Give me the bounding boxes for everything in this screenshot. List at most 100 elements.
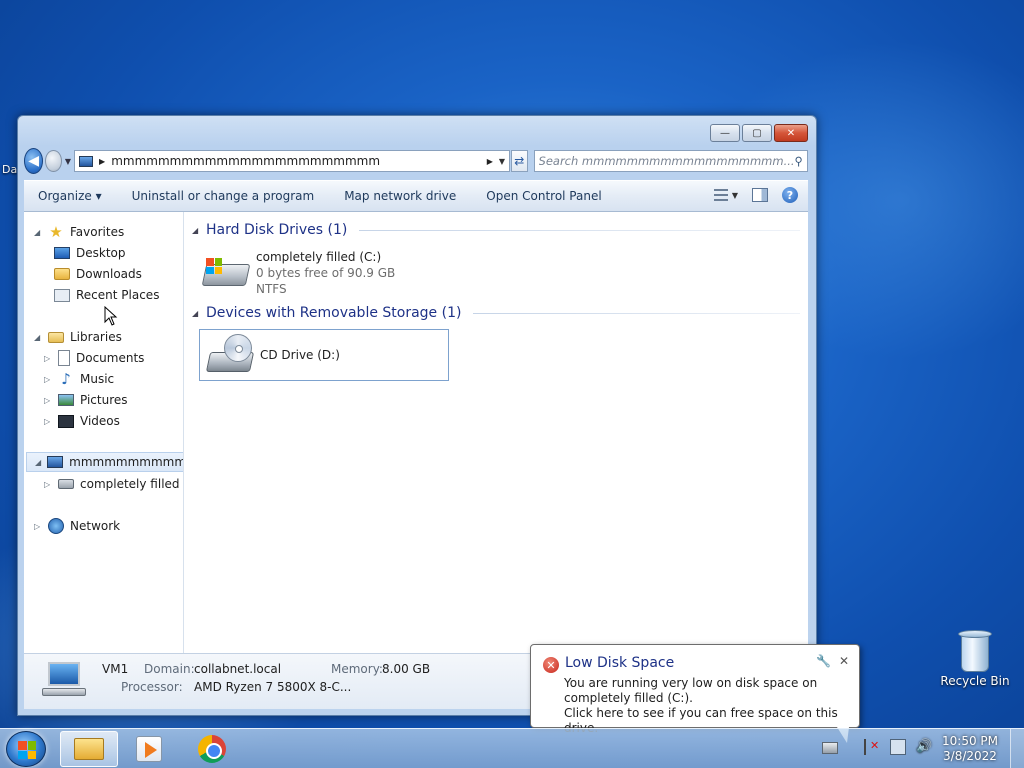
documents-icon bbox=[58, 350, 70, 366]
recent-places-icon bbox=[54, 288, 70, 302]
pictures-icon bbox=[58, 394, 74, 406]
address-dropdown-icon[interactable]: ▼ bbox=[499, 157, 505, 166]
drive-tile-d[interactable]: CD Drive (D:) bbox=[199, 329, 449, 381]
computer-name: VM1 bbox=[102, 662, 129, 676]
nav-pictures[interactable]: ▷ Pictures bbox=[44, 390, 128, 410]
expand-triangle-icon[interactable]: ▷ bbox=[44, 354, 52, 363]
notification-close-button[interactable]: ✕ bbox=[839, 654, 849, 668]
expand-triangle-icon[interactable]: ▷ bbox=[44, 396, 52, 405]
change-view-button[interactable]: ▼ bbox=[713, 189, 738, 201]
collapse-triangle-icon[interactable]: ◢ bbox=[192, 309, 200, 318]
preview-pane-button[interactable] bbox=[752, 188, 768, 202]
uninstall-program-button[interactable]: Uninstall or change a program bbox=[132, 189, 315, 203]
collapse-triangle-icon[interactable]: ◢ bbox=[192, 226, 200, 235]
chrome-icon bbox=[198, 735, 226, 763]
nav-desktop-label: Desktop bbox=[76, 246, 126, 260]
nav-drive-c[interactable]: ▷ completely filled (C:) bbox=[44, 474, 183, 494]
breadcrumb-computer[interactable]: mmmmmmmmmmmmmmmmmmmmmmm bbox=[111, 154, 481, 168]
nav-favorites-label: Favorites bbox=[70, 225, 125, 239]
map-network-drive-button[interactable]: Map network drive bbox=[344, 189, 456, 203]
nav-music-label: Music bbox=[80, 372, 115, 386]
organize-button[interactable]: Organize ▾ bbox=[38, 189, 102, 203]
back-button[interactable]: ◀ bbox=[24, 148, 44, 174]
nav-recent-places[interactable]: Recent Places bbox=[54, 285, 159, 305]
volume-icon[interactable]: 🔊 bbox=[916, 739, 932, 755]
refresh-button[interactable]: ⇄ bbox=[511, 150, 528, 172]
collapse-triangle-icon[interactable]: ◢ bbox=[34, 228, 42, 237]
search-input[interactable]: Search mmmmmmmmmmmmmmmmmm... ⚲ bbox=[533, 150, 808, 172]
taskbar-chrome[interactable] bbox=[183, 731, 241, 767]
collapse-triangle-icon[interactable]: ◢ bbox=[34, 333, 42, 342]
nav-libraries[interactable]: ◢ Libraries bbox=[34, 327, 122, 347]
low-disk-space-notification[interactable]: ✕ Low Disk Space 🔧 ✕ You are running ver… bbox=[530, 644, 860, 743]
search-placeholder: Search mmmmmmmmmmmmmmmmmm... bbox=[538, 154, 795, 168]
collapse-triangle-icon[interactable]: ◢ bbox=[35, 458, 41, 467]
minimize-button[interactable]: — bbox=[710, 124, 740, 142]
notification-message[interactable]: You are running very low on disk space o… bbox=[564, 676, 854, 736]
expand-triangle-icon[interactable]: ▷ bbox=[44, 480, 52, 489]
group-header-hard-disk[interactable]: ◢ Hard Disk Drives (1) bbox=[192, 220, 800, 240]
navigation-pane[interactable]: ◢ ★ Favorites Desktop Downloads Recent Pla… bbox=[24, 212, 184, 653]
nav-videos-label: Videos bbox=[80, 414, 120, 428]
nav-documents[interactable]: ▷ Documents bbox=[44, 348, 144, 368]
maximize-button[interactable]: ▢ bbox=[742, 124, 772, 142]
drive-d-info: CD Drive (D:) bbox=[260, 347, 340, 363]
start-button[interactable] bbox=[6, 731, 46, 767]
nav-recent-places-label: Recent Places bbox=[76, 288, 160, 302]
nav-videos[interactable]: ▷ Videos bbox=[44, 411, 120, 431]
expand-triangle-icon[interactable]: ▷ bbox=[44, 375, 52, 384]
breadcrumb-chevron-icon[interactable]: ▶ bbox=[99, 157, 105, 166]
low-disk-tray-icon[interactable] bbox=[822, 742, 838, 754]
taskbar: 🔊 10:50 PM 3/8/2022 bbox=[0, 728, 1024, 768]
drive-tile-c[interactable]: completely filled (C:) 0 bytes free of 9… bbox=[196, 248, 446, 298]
recycle-bin-icon bbox=[958, 630, 992, 674]
network-tray-icon[interactable] bbox=[890, 739, 906, 755]
breadcrumb-chevron-icon[interactable]: ▶ bbox=[487, 157, 493, 166]
expand-triangle-icon[interactable]: ▷ bbox=[34, 522, 42, 531]
taskbar-media-player[interactable] bbox=[120, 731, 178, 767]
forward-button[interactable] bbox=[45, 150, 62, 172]
address-bar[interactable]: ▶ mmmmmmmmmmmmmmmmmmmmmmm ▶ ▼ bbox=[74, 150, 511, 172]
action-center-icon[interactable] bbox=[864, 739, 880, 755]
computer-large-icon bbox=[42, 662, 86, 698]
clock-time: 10:50 PM bbox=[942, 734, 998, 748]
recent-pages-dropdown[interactable]: ▼ bbox=[65, 157, 71, 166]
expand-triangle-icon[interactable]: ▷ bbox=[44, 417, 52, 426]
nav-libraries-label: Libraries bbox=[70, 330, 122, 344]
file-list[interactable]: ◢ Hard Disk Drives (1) completely filled… bbox=[184, 212, 808, 653]
domain-label: Domain: bbox=[144, 662, 195, 676]
group-divider bbox=[359, 229, 800, 231]
nav-music[interactable]: ▷ ♪ Music bbox=[44, 369, 114, 389]
tray-spacer bbox=[848, 739, 854, 755]
nav-favorites[interactable]: ◢ ★ Favorites bbox=[34, 222, 124, 242]
recycle-bin[interactable]: Recycle Bin bbox=[940, 630, 1010, 688]
show-desktop-button[interactable] bbox=[1010, 729, 1024, 768]
taskbar-explorer[interactable] bbox=[60, 731, 118, 767]
nav-desktop[interactable]: Desktop bbox=[54, 243, 126, 263]
libraries-icon bbox=[48, 331, 64, 343]
notification-message-line-1: You are running very low on disk space o… bbox=[564, 676, 818, 705]
open-control-panel-button[interactable]: Open Control Panel bbox=[486, 189, 601, 203]
processor-value: AMD Ryzen 7 5800X 8-C... bbox=[194, 680, 352, 694]
group-header-removable[interactable]: ◢ Devices with Removable Storage (1) bbox=[192, 303, 800, 323]
drive-free-space: 0 bytes free of 90.9 GB bbox=[256, 266, 396, 280]
nav-downloads[interactable]: Downloads bbox=[54, 264, 142, 284]
drive-file-system: NTFS bbox=[256, 282, 287, 296]
domain-value: collabnet.local bbox=[194, 662, 282, 676]
star-icon: ★ bbox=[49, 223, 63, 241]
hard-drive-icon bbox=[201, 250, 251, 296]
drive-c-info: completely filled (C:) 0 bytes free of 9… bbox=[256, 249, 395, 297]
clock[interactable]: 10:50 PM 3/8/2022 bbox=[942, 734, 998, 764]
processor-label: Processor: bbox=[121, 680, 183, 694]
view-list-icon bbox=[713, 189, 728, 201]
drive-name: completely filled (C:) bbox=[256, 250, 382, 264]
desktop-icon-label-fragment: Da bbox=[2, 163, 18, 176]
navigation-bar: ◀ ▼ ▶ mmmmmmmmmmmmmmmmmmmmmmm ▶ ▼ ⇄ Sear… bbox=[24, 148, 808, 174]
wrench-icon[interactable]: 🔧 bbox=[816, 654, 831, 668]
help-button[interactable]: ? bbox=[782, 187, 798, 203]
videos-icon bbox=[58, 414, 74, 428]
nav-computer[interactable]: ◢ mmmmmmmmmmmmmm bbox=[26, 452, 183, 472]
close-button[interactable]: ✕ bbox=[774, 124, 808, 142]
nav-network-label: Network bbox=[70, 519, 121, 533]
nav-network[interactable]: ▷ Network bbox=[34, 516, 120, 536]
